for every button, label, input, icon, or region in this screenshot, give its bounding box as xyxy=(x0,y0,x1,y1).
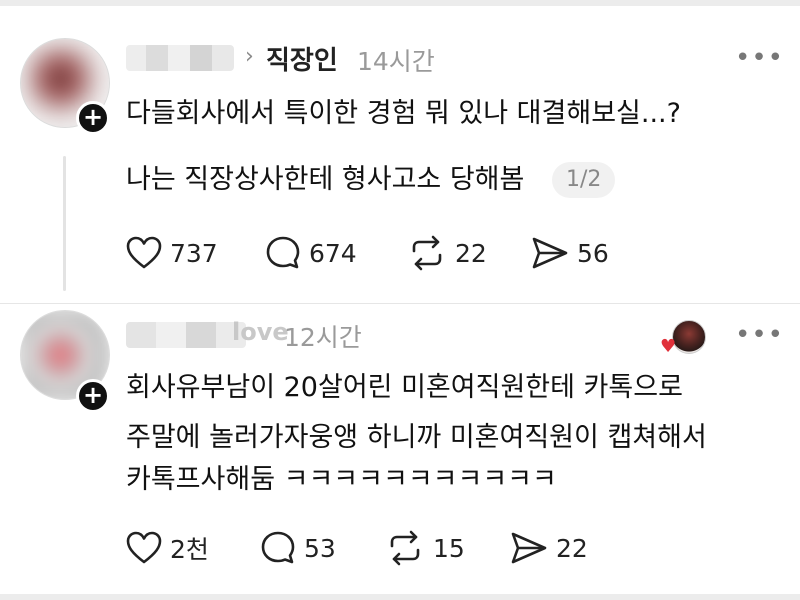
post-time: 14시간 xyxy=(357,47,435,76)
post-text-line: 회사유부남이 20살어린 미혼여직원한테 카톡으로 xyxy=(126,372,683,403)
paper-plane-icon xyxy=(511,532,547,564)
chevron-right-icon: › xyxy=(245,44,254,69)
thread-connector-line xyxy=(63,156,66,291)
post-time: 12시간 xyxy=(284,323,362,352)
like-button[interactable]: 737 xyxy=(126,233,218,273)
heart-icon: ♥ xyxy=(660,336,677,357)
share-count: 56 xyxy=(577,238,609,268)
more-dots-icon[interactable]: ••• xyxy=(735,43,784,73)
like-button[interactable]: 2천 xyxy=(126,528,209,568)
repost-arrows-icon xyxy=(390,530,420,566)
reply-text: 나는 직장상사한테 형사고소 당해봄 xyxy=(126,164,525,195)
post-text-line: 다들회사에서 특이한 경험 뭐 있나 대결해보실...? xyxy=(126,98,681,129)
like-count: 737 xyxy=(170,238,218,268)
username-visible-part[interactable]: love xyxy=(232,318,289,346)
paper-plane-icon xyxy=(532,237,568,269)
post-2[interactable]: + love 12시간 ♥ ••• 회사유부남이 20살어린 미혼여직원한테 카… xyxy=(0,304,800,594)
like-count: 2천 xyxy=(170,535,209,564)
repost-count: 15 xyxy=(433,533,465,563)
post-text-line: 카톡프사해둠 ㅋㅋㅋㅋㅋㅋㅋㅋㅋㅋㅋ xyxy=(126,464,557,495)
repost-count: 22 xyxy=(455,238,487,268)
comment-count: 53 xyxy=(304,533,336,563)
repost-arrows-icon xyxy=(412,235,442,271)
comment-button[interactable]: 674 xyxy=(265,233,357,273)
speech-bubble-icon xyxy=(266,236,300,269)
page-indicator: 1/2 xyxy=(552,162,616,198)
repost-button[interactable]: 15 xyxy=(385,528,465,568)
username-blurred[interactable] xyxy=(126,322,246,348)
username-blurred[interactable] xyxy=(126,45,234,71)
post-1[interactable]: + › 직장인 14시간 ••• 다들회사에서 특이한 경험 뭐 있나 대결해보… xyxy=(0,0,800,303)
repost-button[interactable]: 22 xyxy=(407,233,487,273)
comment-count: 674 xyxy=(309,238,357,268)
bottom-edge xyxy=(0,594,800,600)
share-count: 22 xyxy=(556,533,588,563)
share-button[interactable]: 22 xyxy=(510,528,588,568)
follow-plus-icon[interactable]: + xyxy=(76,101,110,135)
community-name[interactable]: 직장인 xyxy=(266,40,338,77)
comment-button[interactable]: 53 xyxy=(260,528,336,568)
heart-icon xyxy=(126,531,162,564)
reply-avatar[interactable] xyxy=(672,320,706,354)
heart-icon xyxy=(126,236,162,269)
more-dots-icon[interactable]: ••• xyxy=(735,320,784,350)
speech-bubble-icon xyxy=(261,531,295,564)
follow-plus-icon[interactable]: + xyxy=(76,379,110,413)
share-button[interactable]: 56 xyxy=(531,233,609,273)
thread-screen: + › 직장인 14시간 ••• 다들회사에서 특이한 경험 뭐 있나 대결해보… xyxy=(0,0,800,600)
post-text-line: 주말에 놀러가자웅앵 하니까 미혼여직원이 캡쳐해서 xyxy=(126,422,707,453)
